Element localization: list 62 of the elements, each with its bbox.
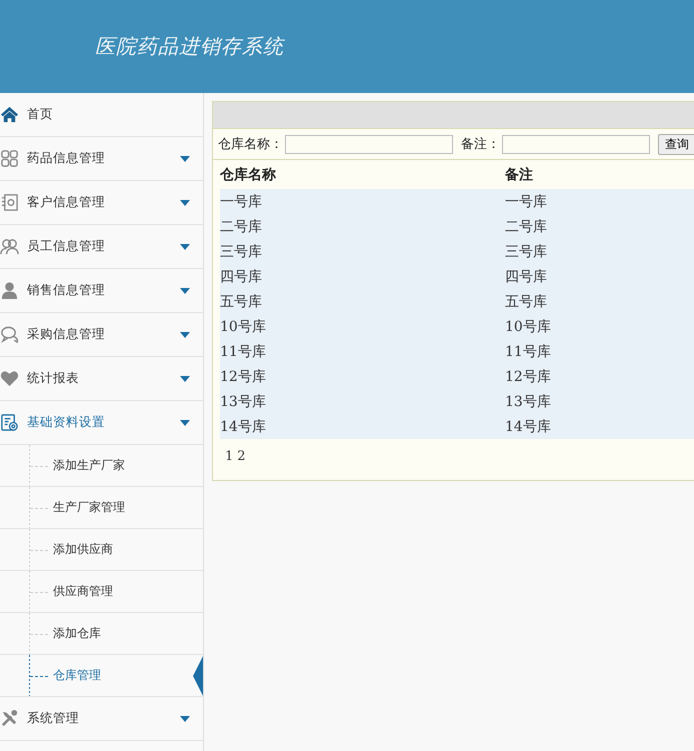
caret-icon [180, 332, 190, 338]
table-cell: 11号库 [505, 339, 694, 364]
submenu-item[interactable]: 添加生产厂家 [0, 445, 203, 487]
search-button[interactable]: 查询 [658, 134, 694, 154]
column-header: 备注 [505, 160, 694, 189]
caret-icon [180, 288, 190, 294]
caret-icon [180, 156, 190, 162]
sidebar-item[interactable]: 药品信息管理 [0, 137, 203, 181]
table-cell: 13号库 [505, 389, 694, 414]
table-cell: 13号库 [220, 389, 505, 414]
field-label: 仓库名称： [218, 136, 283, 153]
sidebar-item[interactable]: 员工信息管理 [0, 225, 203, 269]
caret-icon [180, 200, 190, 206]
table-cell: 10号库 [220, 314, 505, 339]
table-cell: 二号库 [220, 214, 505, 239]
submenu-item[interactable]: 添加供应商 [0, 529, 203, 571]
table-cell: 11号库 [220, 339, 505, 364]
sidebar-item[interactable]: 首页 [0, 93, 203, 137]
submenu-item[interactable]: 仓库管理 [0, 655, 203, 697]
tools-icon [0, 709, 19, 728]
submenu-item[interactable]: 供应商管理 [0, 571, 203, 613]
submenu-item[interactable]: 添加仓库 [0, 613, 203, 655]
caret-icon [180, 716, 190, 722]
sidebar-item[interactable]: 系统管理 [0, 697, 203, 741]
input-field[interactable] [285, 134, 453, 154]
caret-icon [180, 376, 190, 382]
users-icon [0, 237, 19, 256]
input-field[interactable] [502, 134, 650, 154]
person-icon [0, 281, 19, 300]
table-cell: 五号库 [220, 289, 505, 314]
grid-icon [0, 149, 19, 168]
table-cell: 四号库 [505, 264, 694, 289]
page-link[interactable]: 1 [225, 449, 234, 464]
table-cell: 12号库 [505, 364, 694, 389]
sidebar-item[interactable]: 销售信息管理 [0, 269, 203, 313]
selection-marker-icon [193, 656, 203, 696]
table-cell: 14号库 [505, 414, 694, 439]
caret-icon [180, 420, 190, 426]
submenu-item[interactable]: 生产厂家管理 [0, 487, 203, 529]
sidebar-item[interactable]: 统计报表 [0, 357, 203, 401]
page-link[interactable]: 2 [237, 449, 246, 464]
sidebar-item[interactable]: 基础资料设置 [0, 401, 203, 445]
table-cell: 14号库 [220, 414, 505, 439]
app-title: 医院药品进销存系统 [95, 33, 284, 60]
table-cell: 三号库 [505, 239, 694, 264]
table-cell: 三号库 [220, 239, 505, 264]
table-cell: 一号库 [505, 189, 694, 214]
table-cell: 四号库 [220, 264, 505, 289]
home-icon [0, 105, 19, 124]
table-cell: 一号库 [220, 189, 505, 214]
chat-icon [0, 325, 19, 344]
caret-icon [180, 244, 190, 250]
sidebar-item[interactable]: 客户信息管理 [0, 181, 203, 225]
table-cell: 五号库 [505, 289, 694, 314]
sidebar-item[interactable]: 采购信息管理 [0, 313, 203, 357]
address-book-icon [0, 193, 19, 212]
heart-icon [0, 369, 19, 388]
field-label: 备注： [461, 136, 500, 153]
column-header: 仓库名称 [220, 160, 505, 189]
table-cell: 12号库 [220, 364, 505, 389]
table-cell: 10号库 [505, 314, 694, 339]
table-cell: 二号库 [505, 214, 694, 239]
